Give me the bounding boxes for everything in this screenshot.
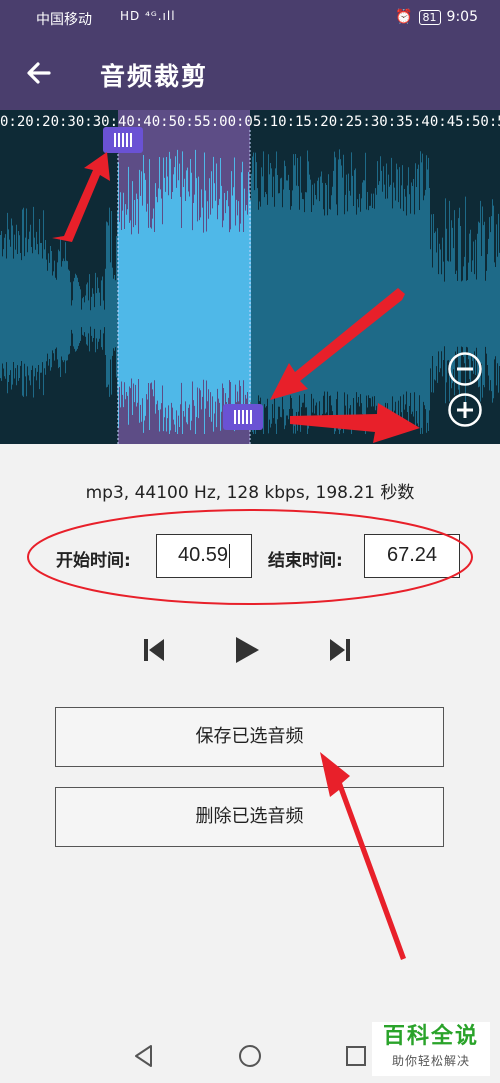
alarm-icon: ⏰ bbox=[395, 9, 413, 25]
save-selection-button[interactable]: 保存已选音频 bbox=[55, 707, 444, 767]
end-time-input[interactable]: 67.24 bbox=[364, 534, 460, 578]
delete-selection-button[interactable]: 删除已选音频 bbox=[55, 787, 444, 847]
status-bar: 中国移动 HD ⁴ᴳ.ıll ⏰ 81 9:05 bbox=[0, 0, 500, 36]
skip-previous-icon[interactable] bbox=[134, 630, 174, 670]
battery-indicator: 81 bbox=[418, 9, 441, 25]
end-handle[interactable] bbox=[223, 404, 263, 430]
watermark-title: 百科全说 bbox=[382, 1024, 479, 1049]
network-signal-icon: HD ⁴ᴳ.ıll bbox=[120, 9, 176, 23]
page-title: 音频裁剪 bbox=[100, 62, 209, 91]
playback-controls bbox=[0, 630, 500, 670]
play-icon[interactable] bbox=[227, 630, 267, 670]
audio-info: mp3, 44100 Hz, 128 kbps, 198.21 秒数 bbox=[85, 483, 415, 503]
status-right: ⏰ 81 9:05 bbox=[395, 9, 478, 25]
skip-next-icon[interactable] bbox=[320, 630, 360, 670]
zoom-in-icon[interactable] bbox=[447, 392, 483, 428]
nav-recents-icon[interactable] bbox=[342, 1042, 370, 1070]
carrier-name: 中国移动 bbox=[36, 12, 92, 28]
annotation-arrow-save bbox=[320, 752, 406, 960]
start-time-input[interactable]: 40.59 bbox=[156, 534, 252, 578]
end-time-label: 结束时间: bbox=[268, 551, 343, 571]
nav-back-icon[interactable] bbox=[130, 1042, 158, 1070]
trim-time-row: 开始时间: 40.59 结束时间: 67.24 bbox=[0, 534, 500, 582]
end-time-value: 67.24 bbox=[386, 544, 438, 566]
waveform-view[interactable]: 0:20:20:30:30:40:40:50:55:00:05:10:15:20… bbox=[0, 110, 500, 444]
nav-home-icon[interactable] bbox=[236, 1042, 264, 1070]
watermark-logo: 百科全说 助你轻松解决 bbox=[372, 1022, 490, 1076]
clock: 9:05 bbox=[446, 9, 478, 25]
app-bar: 音频裁剪 bbox=[0, 36, 500, 110]
back-arrow-icon[interactable] bbox=[22, 56, 56, 90]
watermark-subtitle: 助你轻松解决 bbox=[391, 1054, 470, 1068]
timeline-ruler: 0:20:20:30:30:40:40:50:55:00:05:10:15:20… bbox=[0, 114, 500, 130]
start-time-value: 40.59 bbox=[177, 544, 229, 566]
zoom-out-icon[interactable] bbox=[447, 351, 483, 387]
start-time-label: 开始时间: bbox=[56, 551, 131, 571]
waveform-graphic bbox=[0, 110, 500, 444]
text-cursor bbox=[229, 543, 231, 568]
